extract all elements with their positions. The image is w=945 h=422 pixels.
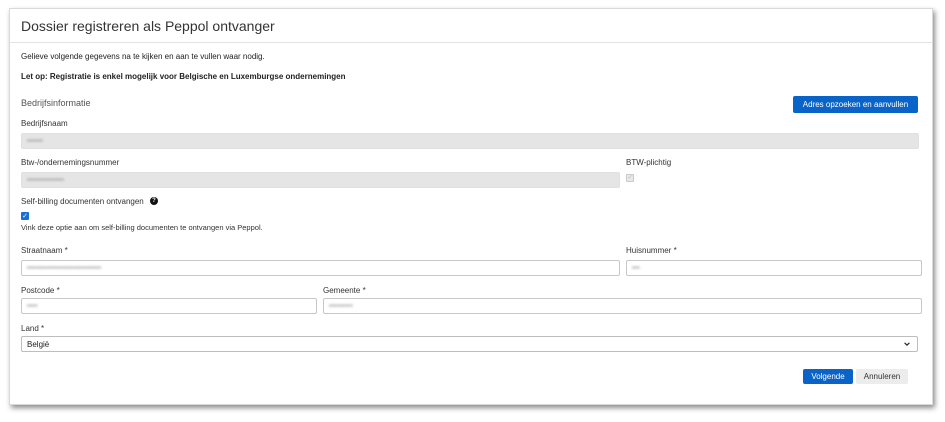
municipality-label: Gemeente *	[323, 286, 366, 295]
title-divider	[10, 42, 932, 43]
self-billing-checkbox[interactable]: ✓	[21, 212, 29, 220]
house-number-value: •••	[632, 264, 640, 272]
postcode-value: ••••	[27, 302, 38, 310]
street-value: ••••••••••••••••••••••••••••	[27, 264, 102, 272]
vat-liable-checkbox: ✓	[626, 174, 634, 182]
company-name-value: ••••••	[27, 137, 43, 145]
company-name-label: Bedrijfsnaam	[21, 119, 68, 128]
postcode-input[interactable]: ••••	[21, 298, 317, 314]
dialog-title: Dossier registreren als Peppol ontvanger	[21, 18, 275, 34]
register-dialog: Dossier registreren als Peppol ontvanger…	[9, 8, 933, 405]
house-number-label: Huisnummer *	[626, 246, 677, 255]
street-input[interactable]: ••••••••••••••••••••••••••••	[21, 260, 620, 276]
house-number-input[interactable]: •••	[626, 260, 922, 276]
postcode-label: Postcode *	[21, 286, 60, 295]
lookup-address-button[interactable]: Adres opzoeken en aanvullen	[793, 96, 918, 113]
cancel-button[interactable]: Annuleren	[856, 369, 908, 384]
vat-liable-label: BTW-plichtig	[626, 158, 672, 167]
next-button[interactable]: Volgende	[803, 369, 853, 384]
street-label: Straatnaam *	[21, 246, 68, 255]
question-circle-icon[interactable]: ?	[150, 197, 158, 205]
section-title-company-info: Bedrijfsinformatie	[21, 98, 91, 108]
municipality-value: •••••••••	[329, 302, 353, 310]
intro-text: Gelieve volgende gegevens na te kijken e…	[21, 52, 265, 61]
self-billing-hint: Vink deze optie aan om self-billing docu…	[21, 223, 263, 232]
chevron-down-icon	[904, 342, 910, 346]
vat-number-field: ••••••••••••••	[21, 172, 620, 188]
municipality-input[interactable]: •••••••••	[323, 298, 922, 314]
country-label: Land *	[21, 324, 45, 333]
company-name-field: ••••••	[21, 133, 919, 149]
self-billing-label: Self-billing documenten ontvangen	[21, 197, 144, 206]
vat-number-value: ••••••••••••••	[27, 176, 65, 184]
vat-number-label: Btw-/ondernemingsnummer	[21, 158, 120, 167]
country-select[interactable]: België	[21, 336, 918, 352]
registration-notice: Let op: Registratie is enkel mogelijk vo…	[21, 72, 346, 81]
country-value: België	[27, 339, 50, 349]
